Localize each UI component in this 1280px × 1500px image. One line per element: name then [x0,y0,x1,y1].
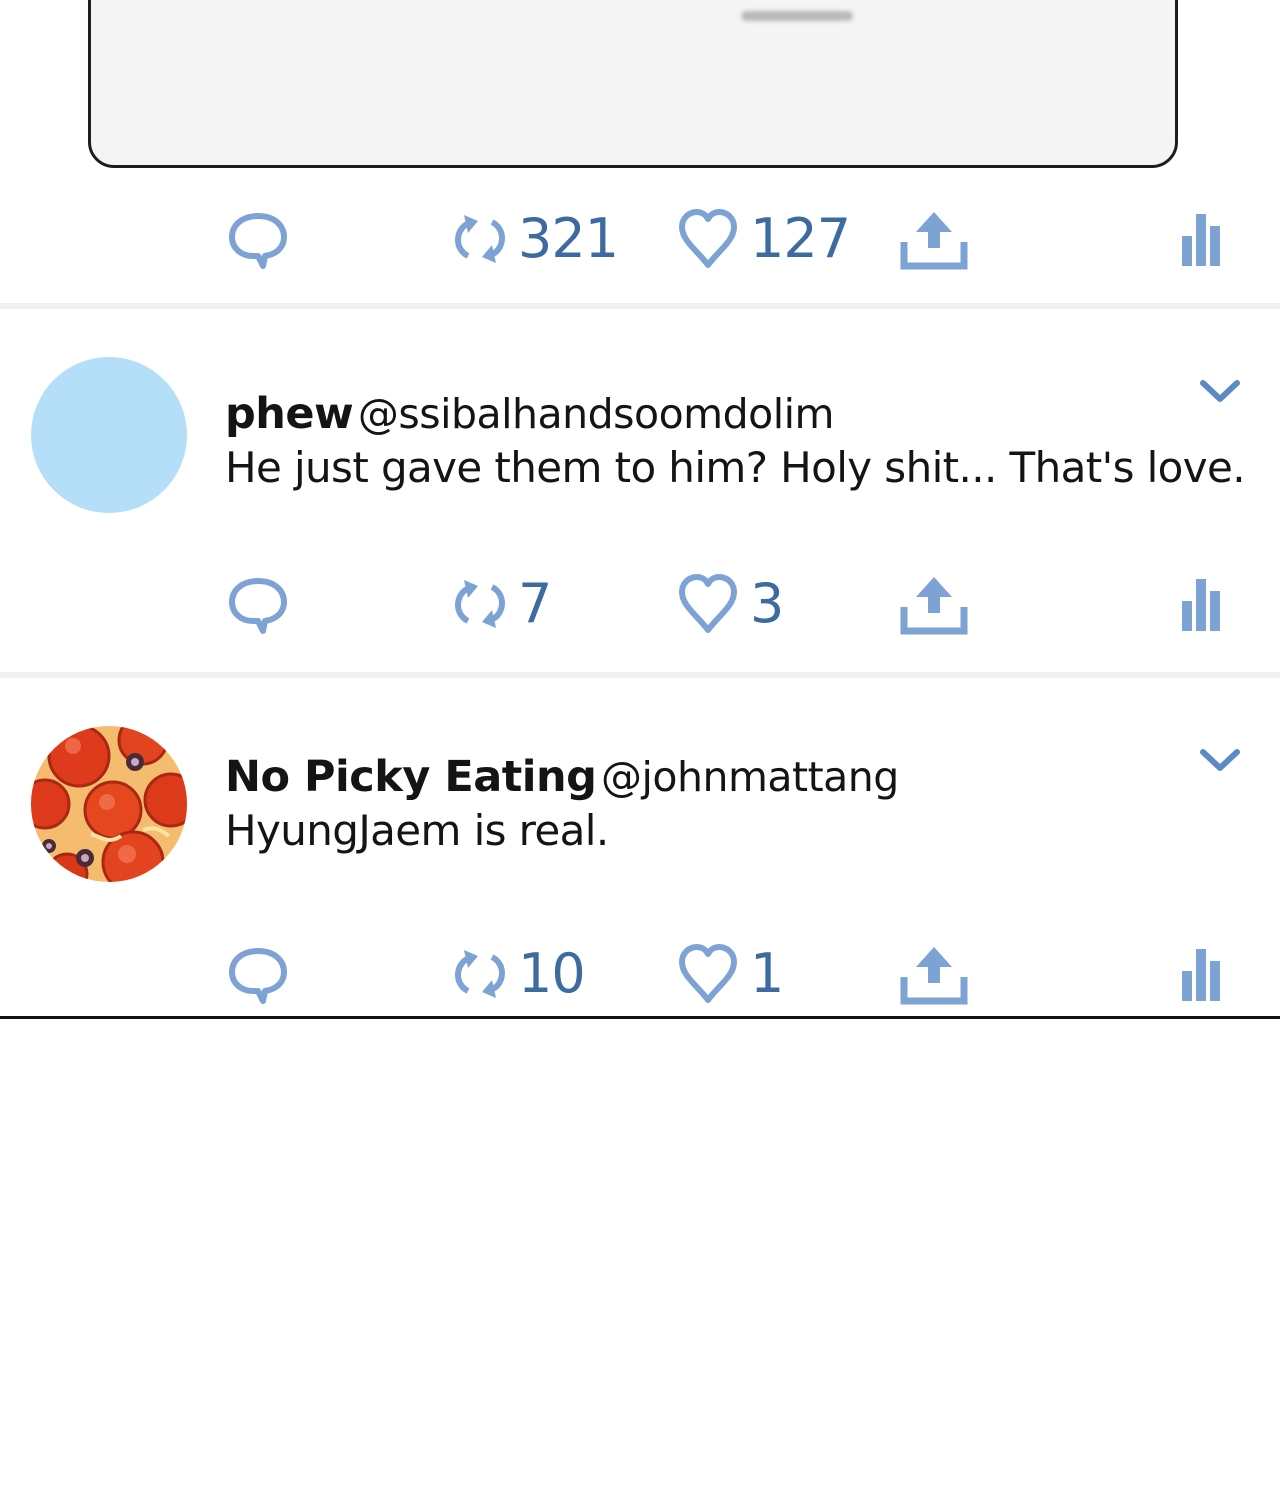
tweet-text: HyungJaem is real. [225,806,609,855]
retweet-icon [454,580,506,628]
tweet-separator [0,303,1280,309]
quoted-tweet-card[interactable] [88,0,1178,168]
like-button[interactable]: 3 [676,569,784,639]
stats-button[interactable] [1180,204,1224,274]
like-icon [679,944,737,1003]
avatar[interactable] [31,357,187,513]
tweet-separator [0,672,1280,678]
stats-button[interactable] [1180,569,1224,639]
share-icon [900,212,968,270]
tweet-header: phew @ssibalhandsoomdolim [225,389,834,439]
like-button[interactable]: 1 [676,939,784,1009]
display-name[interactable]: No Picky Eating [225,752,597,802]
share-icon [900,577,968,635]
reply-button[interactable] [226,204,290,274]
like-icon [679,574,737,633]
retweet-icon [454,950,506,998]
retweet-count: 10 [518,942,586,1005]
tweet-header: No Picky Eating @johnmattang [225,752,899,802]
pizza-avatar-image [31,726,187,882]
top-tweet-action-bar: 321 127 [0,204,1280,274]
user-handle[interactable]: @johnmattang [601,753,899,801]
reply-button[interactable] [226,939,290,1009]
stats-icon [1182,214,1220,266]
stats-icon [1182,579,1220,631]
reply-icon [229,948,287,1004]
like-count: 127 [750,207,851,270]
like-count: 1 [750,942,784,1005]
chevron-down-icon[interactable] [1198,746,1242,776]
like-icon [679,209,737,268]
share-button[interactable] [900,204,968,274]
reply-action-bar: 7 3 [0,569,1280,639]
retweet-button[interactable]: 7 [452,569,552,639]
reply-button[interactable] [226,569,290,639]
retweet-count: 321 [518,207,619,270]
panel-bottom-border [0,1016,1280,1019]
reply-action-bar: 10 1 [0,939,1280,1009]
like-button[interactable]: 127 [676,204,851,274]
stats-button[interactable] [1180,939,1224,1009]
chevron-down-icon[interactable] [1198,377,1242,407]
reply-icon [229,213,287,269]
stats-icon [1182,949,1220,1001]
tweet-text: He just gave them to him? Holy shit... T… [225,443,1246,492]
avatar[interactable] [31,726,187,882]
reply-icon [229,578,287,634]
retweet-count: 7 [518,572,552,635]
like-count: 3 [750,572,784,635]
retweet-icon [454,215,506,263]
share-button[interactable] [900,939,968,1009]
user-handle[interactable]: @ssibalhandsoomdolim [358,390,835,438]
quoted-card-blurred-text [741,11,853,21]
share-button[interactable] [900,569,968,639]
retweet-button[interactable]: 321 [452,204,619,274]
display-name[interactable]: phew [225,389,354,439]
retweet-button[interactable]: 10 [452,939,586,1009]
tweet-thread-page: 321 127 phew @ssibalhandsoomdolim He jus… [0,0,1280,1500]
share-icon [900,947,968,1005]
